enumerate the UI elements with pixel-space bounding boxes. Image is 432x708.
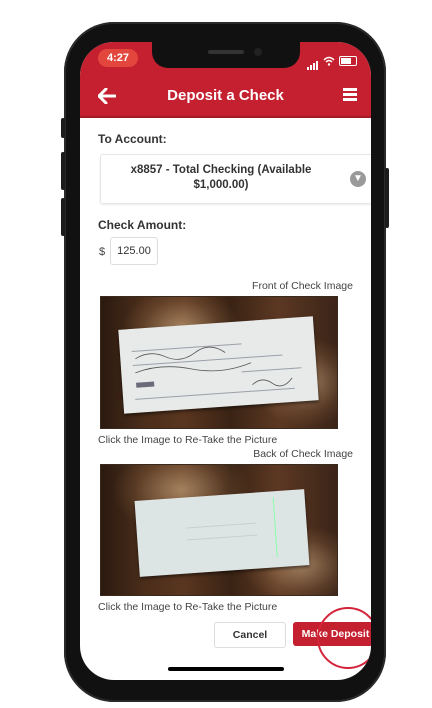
back-image-caption: Click the Image to Re-Take the Picture: [98, 601, 278, 613]
wifi-icon: [323, 56, 335, 66]
check-back-paper: [134, 489, 310, 577]
account-select-line1: x8857 - Total Checking (Available: [130, 164, 312, 176]
check-front-paper: [118, 316, 319, 414]
front-check-image[interactable]: [100, 296, 338, 429]
cancel-button[interactable]: Cancel: [214, 622, 286, 648]
page-title: Deposit a Check: [167, 87, 284, 104]
power-button: [385, 168, 389, 228]
back-check-image[interactable]: [100, 464, 338, 596]
app-header: Deposit a Check: [80, 76, 371, 118]
home-indicator[interactable]: [168, 667, 284, 671]
front-image-label: Front of Check Image: [252, 280, 353, 292]
check-amount-input[interactable]: 125.00: [110, 237, 158, 265]
account-select[interactable]: x8857 - Total Checking (Available $1,000…: [100, 154, 371, 204]
volume-up-button: [61, 152, 65, 190]
phone-notch: [152, 42, 300, 68]
status-icons: [307, 52, 357, 70]
status-time: 4:27: [98, 49, 138, 67]
to-account-label: To Account:: [98, 132, 167, 146]
battery-icon: [339, 56, 357, 66]
mute-switch: [61, 118, 65, 138]
chevron-down-icon: ▼: [350, 171, 366, 187]
make-deposit-button[interactable]: Make Deposit: [293, 622, 371, 646]
app-screen: 4:27 Deposit a Check To Account: x8857 -…: [80, 42, 371, 680]
status-bar: 4:27: [80, 42, 371, 76]
back-image-label: Back of Check Image: [253, 448, 353, 460]
hamburger-menu-icon[interactable]: [343, 88, 357, 102]
speaker-grille: [208, 50, 244, 54]
account-select-line2: $1,000.00): [193, 179, 249, 191]
front-camera: [254, 48, 262, 56]
account-select-value: x8857 - Total Checking (Available $1,000…: [101, 163, 341, 193]
check-amount-label: Check Amount:: [98, 218, 187, 232]
currency-symbol: $: [99, 246, 106, 258]
signal-icon: [307, 52, 319, 70]
front-image-caption: Click the Image to Re-Take the Picture: [98, 434, 278, 446]
volume-down-button: [61, 198, 65, 236]
